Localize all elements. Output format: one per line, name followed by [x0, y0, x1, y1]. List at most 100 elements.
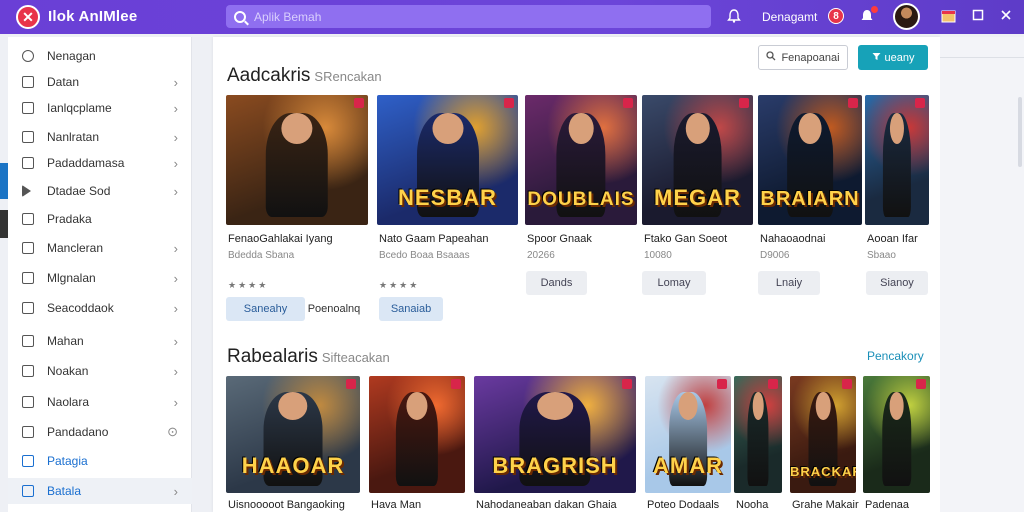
search-input[interactable]: [254, 9, 674, 24]
sidebar-item-label: Naolara: [47, 395, 90, 409]
sidebar-item[interactable]: Pandadano ⊙: [8, 419, 192, 445]
sidebar-item[interactable]: Padaddamasa ›: [8, 150, 192, 176]
primary-button-label: ueany: [884, 51, 915, 64]
sidebar-item[interactable]: Naolara ›: [8, 389, 192, 415]
see-all-link[interactable]: Pencakory: [867, 349, 924, 363]
chevron-right-icon: ›: [173, 129, 178, 145]
info-icon[interactable]: ⊙: [167, 424, 178, 440]
scrollbar[interactable]: [1018, 97, 1022, 167]
card-title[interactable]: Hava Man: [371, 499, 471, 511]
card-action-button[interactable]: Lomay: [642, 271, 706, 295]
search-bar[interactable]: [226, 5, 711, 28]
card-title[interactable]: Uisnooooot Bangaoking: [228, 499, 366, 511]
avatar[interactable]: [893, 3, 920, 30]
chevron-right-icon: ›: [173, 183, 178, 199]
sidebar-item[interactable]: Noakan ›: [8, 358, 192, 384]
game-cover-image[interactable]: DOUBLAIS: [525, 95, 637, 225]
game-cover-image[interactable]: AMAR: [645, 376, 731, 493]
close-icon[interactable]: [1000, 9, 1012, 24]
search-icon: [234, 10, 246, 23]
sidebar-item-label: Mlgnalan: [47, 271, 96, 285]
filter-button-label: Fenapoanai: [781, 51, 840, 64]
sidebar-item[interactable]: Nenagan: [8, 43, 192, 69]
divider: [940, 57, 1024, 58]
doc-icon: [22, 396, 34, 408]
card-action-button[interactable]: Sanaiab: [379, 297, 443, 321]
chevron-right-icon: ›: [173, 74, 178, 90]
platform-badge-icon: [504, 98, 514, 108]
rating-stars: ★★★★: [228, 280, 269, 290]
chevron-right-icon: ›: [173, 483, 178, 499]
card-action-button[interactable]: Saneahy: [226, 297, 305, 321]
doc-icon: [22, 242, 34, 254]
sidebar-item[interactable]: Pradaka: [8, 206, 192, 232]
card-meta: Sbaao: [867, 250, 896, 261]
filter-button[interactable]: Fenapoanai: [758, 45, 848, 70]
card-title[interactable]: Padenaa: [865, 499, 936, 511]
game-cover-image[interactable]: [863, 376, 930, 493]
user-name[interactable]: Denagamt: [762, 10, 817, 24]
card-meta: Bcedo Boaa Bsaaas: [379, 250, 470, 261]
card-title[interactable]: Poteo Dodaals: [647, 499, 737, 511]
edge-accent-dark: [0, 210, 8, 238]
card-title[interactable]: FenaoGahlakai Iyang: [228, 233, 374, 245]
app-logo-icon[interactable]: ✕: [16, 5, 40, 29]
sidebar-item[interactable]: Mahan ›: [8, 328, 192, 354]
sidebar-item-label: Ianlqcplame: [47, 101, 112, 115]
card-action-button[interactable]: Sianoy: [866, 271, 928, 295]
game-cover-image[interactable]: NESBAR: [377, 95, 518, 225]
sidebar-item-label: Mahan: [47, 334, 84, 348]
platform-badge-icon: [623, 98, 633, 108]
sidebar-item[interactable]: Datan ›: [8, 69, 192, 95]
sidebar-item[interactable]: Ianlqcplame ›: [8, 95, 192, 121]
sidebar-item[interactable]: Dtadae Sod ›: [8, 178, 192, 204]
card-title[interactable]: Nahodaneaban dakan Ghaia: [476, 499, 642, 511]
platform-badge-icon: [768, 379, 778, 389]
character-head: [798, 113, 822, 145]
card-meta: 10080: [644, 250, 672, 261]
primary-action-button[interactable]: ueany: [858, 45, 928, 70]
game-cover-image[interactable]: [865, 95, 929, 225]
sidebar-item[interactable]: Mancleran ›: [8, 235, 192, 261]
circle-icon: [22, 50, 34, 62]
game-cover-image[interactable]: BRAGRISH: [474, 376, 636, 493]
game-cover-image[interactable]: [734, 376, 782, 493]
game-cover-image[interactable]: MEGAR: [642, 95, 753, 225]
card-action-button[interactable]: Dands: [526, 271, 587, 295]
sidebar-item[interactable]: Seacoddaok ›: [8, 295, 192, 321]
card-title[interactable]: Spoor Gnaak: [527, 233, 643, 245]
game-cover-image[interactable]: [226, 95, 368, 225]
card-meta: 20266: [527, 250, 555, 261]
notification-count-badge[interactable]: 8: [828, 8, 844, 24]
character-head: [815, 392, 831, 421]
sidebar-item-label: Batala: [47, 484, 82, 498]
calendar-icon[interactable]: [941, 9, 956, 26]
game-cover-image[interactable]: [369, 376, 465, 493]
sidebar-item[interactable]: Patagia: [8, 448, 192, 474]
cover-title-text: BRAIARN: [760, 188, 860, 210]
card-title[interactable]: Ftako Gan Soeot: [644, 233, 759, 245]
character-head: [537, 392, 573, 421]
sidebar-item[interactable]: Batala ›: [8, 478, 192, 504]
card-action-button[interactable]: Lnaiy: [758, 271, 820, 295]
sidebar-item[interactable]: Nanlratan ›: [8, 124, 192, 150]
game-cover-image[interactable]: BRACKAR: [790, 376, 856, 493]
chevron-right-icon: ›: [173, 270, 178, 286]
card-title[interactable]: Nooha: [736, 499, 788, 511]
sidebar: Nenagan Datan › Ianlqcplame › Nanlratan › Padad…: [8, 37, 192, 512]
maximize-icon[interactable]: [972, 9, 984, 24]
game-cover-image[interactable]: BRAIARN: [758, 95, 862, 225]
platform-badge-icon: [622, 379, 632, 389]
section-title: Rabealaris Sifteacakan: [227, 346, 390, 368]
sidebar-item[interactable]: Mlgnalan ›: [8, 265, 192, 291]
card-title[interactable]: Aooan Ifar: [867, 233, 935, 245]
game-cover-image[interactable]: HAAOAR: [226, 376, 360, 493]
chevron-right-icon: ›: [173, 300, 178, 316]
card-action-button[interactable]: Poenoalnq: [299, 297, 369, 321]
card-title[interactable]: Nato Gaam Papeahan: [379, 233, 524, 245]
cover-title-text: NESBAR: [398, 185, 497, 210]
card-title[interactable]: Nahaoaodnai: [760, 233, 868, 245]
card-title[interactable]: Grahe Makair: [792, 499, 862, 511]
sidebar-item-label: Nanlratan: [47, 130, 100, 144]
bell-icon[interactable]: [727, 9, 741, 26]
